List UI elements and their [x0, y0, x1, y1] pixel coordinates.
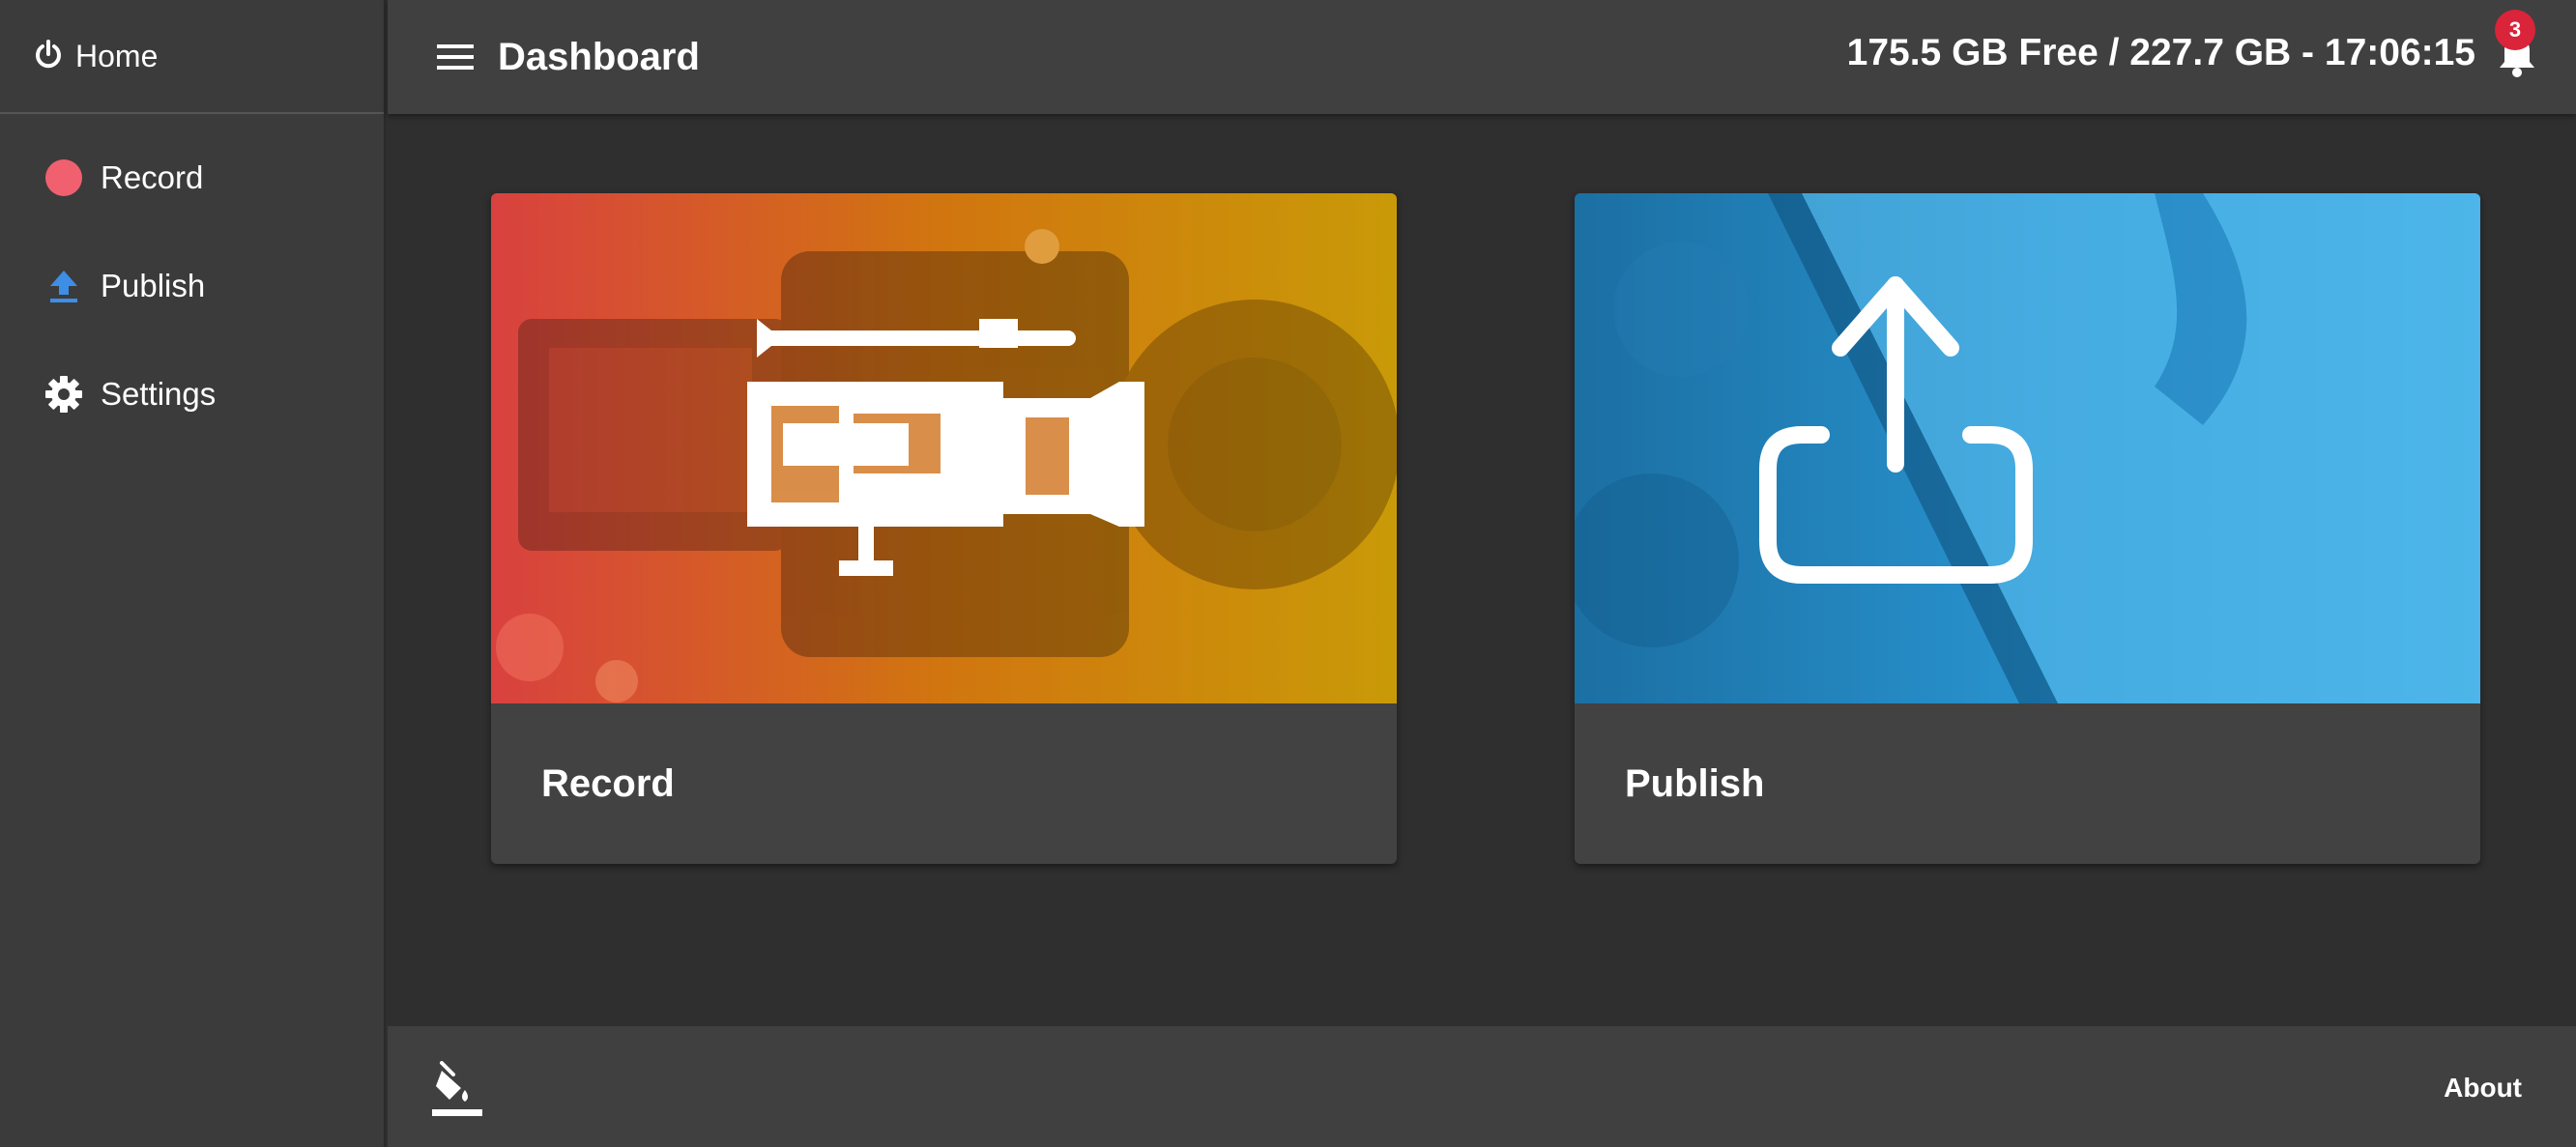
bell-icon	[2493, 33, 2541, 83]
record-card[interactable]: Record	[491, 193, 1397, 864]
sidebar-item-label: Publish	[101, 268, 206, 303]
record-dot-icon	[44, 158, 83, 197]
publish-card-media	[1575, 193, 2480, 703]
sidebar-item-settings[interactable]: Settings	[0, 340, 384, 448]
sidebar-item-record[interactable]: Record	[0, 124, 384, 232]
sidebar-item-label: Settings	[101, 376, 217, 412]
upload-icon	[44, 267, 83, 305]
app: Home Record Publish Settings Dashboard 1…	[0, 0, 2576, 1147]
publish-card[interactable]: Publish	[1575, 193, 2480, 864]
record-card-media	[491, 193, 1397, 703]
theme-button[interactable]	[432, 1061, 482, 1117]
publish-card-footer: Publish	[1575, 703, 2480, 864]
menu-icon[interactable]	[434, 36, 477, 78]
storage-clock-status: 175.5 GB Free / 227.7 GB - 17:06:15	[1846, 32, 2475, 73]
page-title: Dashboard	[498, 35, 700, 78]
paint-bucket-icon	[432, 1061, 482, 1121]
about-link[interactable]: About	[2444, 1026, 2522, 1147]
gear-icon	[44, 375, 83, 414]
sidebar-home-link[interactable]: Home	[0, 0, 384, 114]
sidebar-item-publish[interactable]: Publish	[0, 232, 384, 340]
sidebar-nav: Record Publish Settings	[0, 114, 384, 448]
sidebar: Home Record Publish Settings	[0, 0, 386, 1147]
publish-card-title: Publish	[1625, 761, 1765, 805]
power-icon	[33, 39, 64, 74]
notification-count-badge: 3	[2495, 10, 2535, 50]
record-card-footer: Record	[491, 703, 1397, 864]
sidebar-home-label: Home	[75, 38, 159, 73]
top-app-bar: Dashboard 175.5 GB Free / 227.7 GB - 17:…	[388, 0, 2576, 114]
footer-bar: About	[388, 1026, 2576, 1147]
record-card-title: Record	[541, 761, 675, 805]
sidebar-item-label: Record	[101, 159, 204, 195]
